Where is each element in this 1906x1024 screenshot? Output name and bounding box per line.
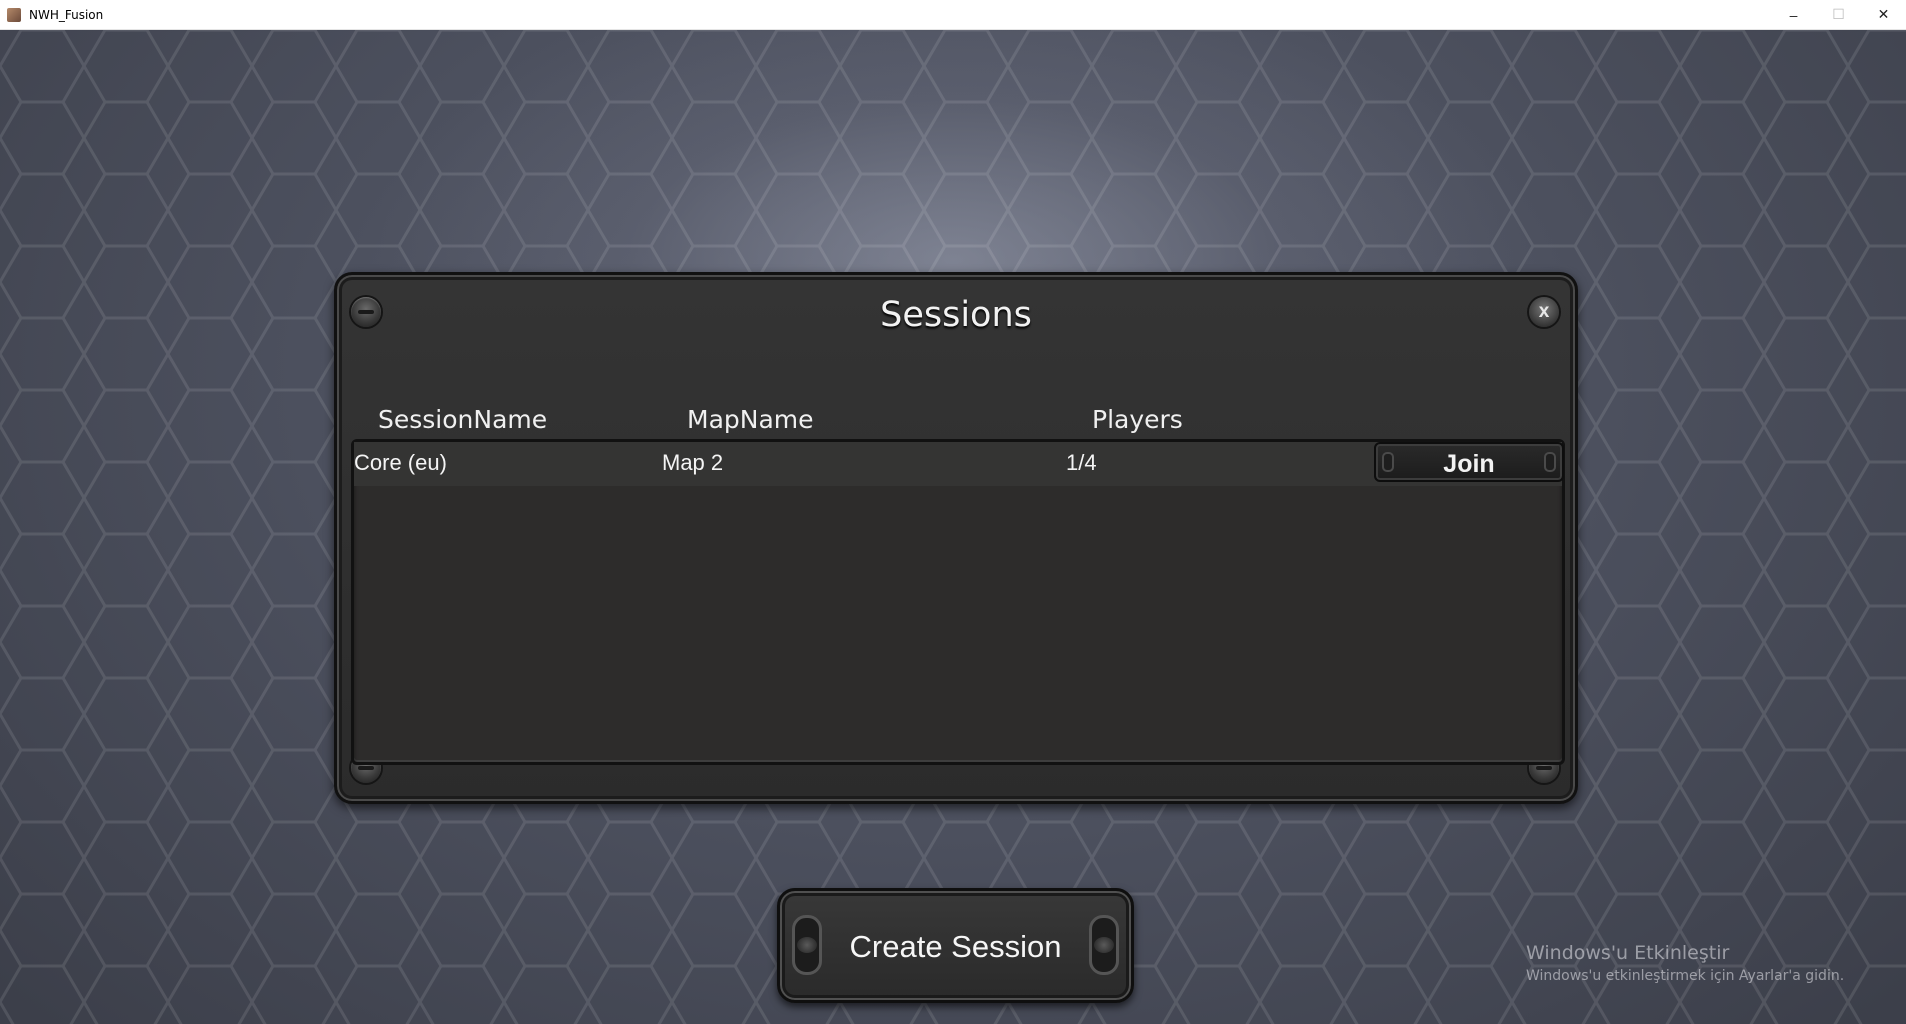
minimize-icon[interactable]: – — [1771, 0, 1816, 29]
panel-title: Sessions — [880, 295, 1032, 335]
window-titlebar: NWH_Fusion – ☐ ✕ — [0, 0, 1906, 30]
join-button-label: Join — [1443, 450, 1495, 478]
panel-close-button[interactable]: x — [1529, 297, 1559, 327]
column-header-map-name: MapName — [687, 405, 814, 434]
watermark-title: Windows'u Etkinleştir — [1526, 942, 1730, 964]
window-controls: – ☐ ✕ — [1771, 0, 1906, 29]
create-session-label: Create Session — [849, 929, 1062, 964]
players-cell: 1/4 — [1066, 450, 1097, 475]
column-header-session-name: SessionName — [378, 405, 548, 434]
session-list[interactable]: Core (eu) Map 2 1/4 Join — [351, 439, 1565, 765]
window-title: NWH_Fusion — [29, 7, 104, 22]
session-row[interactable]: Core (eu) Map 2 1/4 Join — [354, 442, 1564, 486]
column-header-players: Players — [1092, 405, 1183, 434]
watermark-subtitle: Windows'u etkinleştirmek için Ayarlar'a … — [1526, 968, 1845, 984]
join-button[interactable]: Join — [1374, 442, 1564, 482]
maximize-icon[interactable]: ☐ — [1816, 0, 1861, 29]
app-icon — [7, 7, 21, 22]
close-icon[interactable]: ✕ — [1861, 0, 1906, 29]
create-session-button[interactable]: Create Session — [777, 888, 1134, 1003]
windows-activation-watermark: Windows'u Etkinleştir Windows'u etkinleş… — [1526, 942, 1844, 984]
map-name-cell: Map 2 — [662, 450, 724, 475]
sessions-panel: Sessions x SessionName MapName Players C… — [334, 272, 1578, 804]
session-name-cell: Core (eu) — [354, 450, 447, 475]
